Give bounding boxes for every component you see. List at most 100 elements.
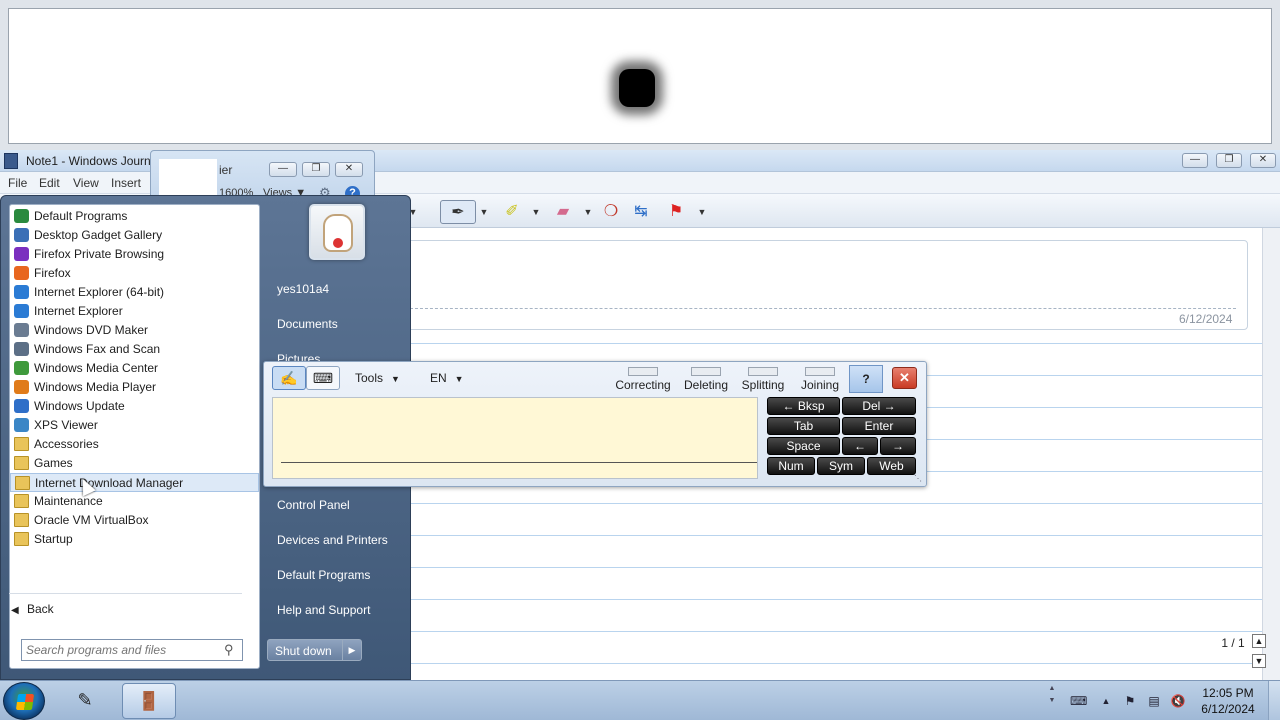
keyboard-mode-icon[interactable]: ⌨ [306, 366, 340, 390]
help-icon[interactable]: ? [849, 365, 883, 393]
magnifier-restore-button[interactable]: ❐ [302, 162, 330, 177]
shutdown-options-icon[interactable]: ▶ [342, 640, 361, 660]
network-icon[interactable]: ▤ [1146, 693, 1162, 709]
right-arrow-key[interactable]: → [880, 437, 916, 455]
program-item[interactable]: Internet Explorer [10, 302, 259, 321]
restore-button[interactable]: ❐ [1216, 153, 1242, 168]
next-page-icon[interactable]: ▼ [1252, 654, 1266, 668]
tools-menu[interactable]: Tools ▼ [355, 371, 400, 385]
writing-pad[interactable] [272, 397, 758, 479]
program-item[interactable]: Windows Fax and Scan [10, 340, 259, 359]
folder-icon [14, 532, 29, 546]
menu-insert[interactable]: Insert [111, 176, 141, 190]
program-item[interactable]: Games [10, 454, 259, 473]
action-center-flag-icon[interactable]: ⚑ [1122, 693, 1138, 709]
program-label: Internet Explorer (64-bit) [34, 285, 165, 299]
sym-key[interactable]: Sym [817, 457, 865, 475]
ruled-line [400, 503, 1262, 504]
start-button[interactable] [3, 682, 45, 720]
highlighter-dropdown-icon[interactable]: ▼ [530, 200, 542, 224]
program-item[interactable]: Accessories [10, 435, 259, 454]
num-key[interactable]: Num [767, 457, 815, 475]
pen-dropdown-icon[interactable]: ▼ [478, 200, 490, 224]
resize-grip-icon[interactable]: ⋱ [914, 474, 924, 484]
menu-edit[interactable]: Edit [39, 176, 60, 190]
minimize-button[interactable]: — [1182, 153, 1208, 168]
start-item-default-programs[interactable]: Default Programs [277, 568, 370, 582]
highlighter-icon[interactable]: ✐ [500, 200, 524, 224]
program-label: XPS Viewer [34, 418, 98, 432]
program-item[interactable]: Maintenance [10, 492, 259, 511]
previous-page-icon[interactable]: ▲ [1252, 634, 1266, 648]
programs-divider [9, 593, 242, 594]
eraser-icon[interactable]: ▰ [550, 200, 576, 224]
start-item-help-support[interactable]: Help and Support [277, 603, 370, 617]
program-item[interactable]: Windows DVD Maker [10, 321, 259, 340]
show-desktop-button[interactable] [1268, 681, 1280, 720]
journal-app-icon [4, 153, 18, 169]
insert-space-icon[interactable]: ↹ [628, 200, 654, 224]
program-item[interactable]: Desktop Gadget Gallery [10, 226, 259, 245]
show-hidden-icons-icon[interactable]: ▲ [1098, 693, 1114, 709]
search-input[interactable] [26, 642, 216, 658]
program-item[interactable]: Windows Media Player [10, 378, 259, 397]
system-clock[interactable]: 12:05 PM 6/12/2024 [1196, 685, 1260, 717]
close-button[interactable]: ✕ [1250, 153, 1276, 168]
vertical-scrollbar[interactable] [1262, 228, 1280, 680]
program-item[interactable]: Internet Explorer (64-bit) [10, 283, 259, 302]
search-box[interactable]: ⚲ [21, 639, 243, 661]
xps-viewer-icon [14, 418, 29, 432]
taskbar-journal-icon[interactable]: ✎ [58, 683, 112, 719]
menu-file[interactable]: File [8, 176, 27, 190]
media-player-icon [14, 380, 29, 394]
web-key[interactable]: Web [867, 457, 916, 475]
gesture-correcting[interactable]: Correcting [613, 365, 673, 395]
flag-icon[interactable]: ⚑ [664, 200, 688, 224]
start-item-devices-printers[interactable]: Devices and Printers [277, 533, 388, 547]
program-item[interactable]: Default Programs [10, 207, 259, 226]
program-item[interactable]: Windows Update [10, 397, 259, 416]
magnifier-minimize-button[interactable]: — [269, 162, 297, 177]
user-avatar[interactable] [309, 204, 365, 260]
backspace-key[interactable]: ← Bksp [767, 397, 840, 415]
program-item[interactable]: Internet Download Manager [10, 473, 259, 492]
taskbar-scroll[interactable]: ▲ ▼ [1046, 683, 1058, 719]
writing-pad-mode-icon[interactable]: ✍ [272, 366, 306, 390]
program-item[interactable]: Startup [10, 530, 259, 549]
language-menu[interactable]: EN ▼ [430, 371, 464, 385]
close-icon[interactable]: ✕ [892, 367, 917, 389]
taskbar-active-app-icon[interactable]: 🚪 [122, 683, 176, 719]
menu-view[interactable]: View [73, 176, 99, 190]
eraser-dropdown-icon[interactable]: ▼ [582, 200, 594, 224]
ruled-line [400, 599, 1262, 600]
back-button[interactable]: ◀ Back [11, 602, 54, 616]
gesture-deleting[interactable]: Deleting [676, 365, 736, 395]
search-icon[interactable]: ⚲ [224, 642, 234, 658]
magnifier-close-button[interactable]: ✕ [335, 162, 363, 177]
note-title-area[interactable] [400, 240, 1248, 330]
program-item[interactable]: Oracle VM VirtualBox [10, 511, 259, 530]
left-arrow-key[interactable]: ← [842, 437, 878, 455]
start-item-documents[interactable]: Documents [277, 317, 338, 331]
pen-icon[interactable]: ✒ [440, 200, 476, 224]
program-label: Games [34, 456, 73, 470]
space-key[interactable]: Space [767, 437, 840, 455]
firefox-private-icon [14, 247, 29, 261]
keyboard-tray-icon[interactable]: ⌨ [1070, 693, 1087, 709]
gesture-splitting[interactable]: Splitting [733, 365, 793, 395]
program-item[interactable]: Firefox Private Browsing [10, 245, 259, 264]
volume-muted-icon[interactable]: 🔇 [1170, 693, 1186, 709]
lasso-icon[interactable]: ❍ [598, 200, 624, 224]
tools-label: Tools [355, 371, 384, 385]
shutdown-button[interactable]: Shut down ▶ [267, 639, 362, 661]
flag-dropdown-icon[interactable]: ▼ [696, 200, 708, 224]
user-name[interactable]: yes101a4 [277, 282, 329, 296]
program-item[interactable]: Windows Media Center [10, 359, 259, 378]
tab-key[interactable]: Tab [767, 417, 840, 435]
start-item-control-panel[interactable]: Control Panel [277, 498, 350, 512]
program-item[interactable]: XPS Viewer [10, 416, 259, 435]
enter-key[interactable]: Enter [842, 417, 916, 435]
gesture-joining[interactable]: Joining [790, 365, 850, 395]
delete-key[interactable]: Del → [842, 397, 916, 415]
program-item[interactable]: Firefox [10, 264, 259, 283]
